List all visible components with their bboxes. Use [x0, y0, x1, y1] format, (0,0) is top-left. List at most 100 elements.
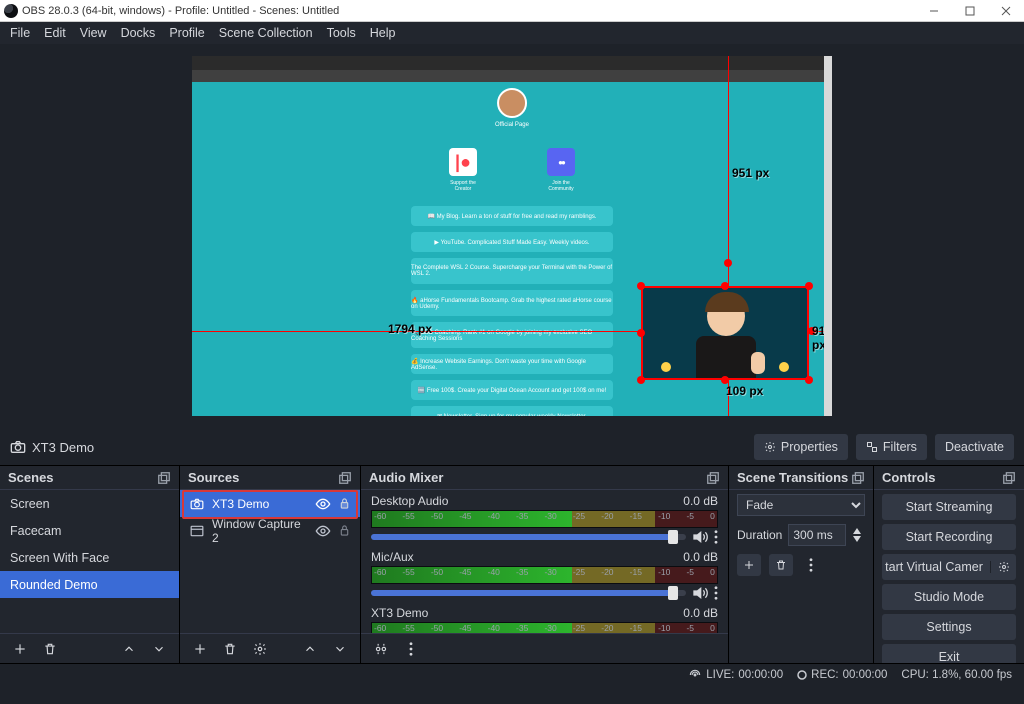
start-streaming-button[interactable]: Start Streaming — [882, 494, 1016, 520]
broadcast-icon — [688, 669, 702, 681]
scene-item[interactable]: Screen With Face — [0, 544, 179, 571]
webcam-source[interactable] — [641, 286, 809, 380]
menu-bar: File Edit View Docks Profile Scene Colle… — [0, 22, 1024, 44]
popout-icon[interactable] — [851, 471, 865, 485]
live-time: 00:00:00 — [738, 669, 783, 681]
mixer-db-label: 0.0 dB — [683, 494, 718, 508]
mixer-channel-name: Desktop Audio — [371, 494, 448, 508]
filters-icon — [866, 441, 878, 453]
mixer-title: Audio Mixer — [369, 470, 443, 485]
title-bar: OBS 28.0.3 (64-bit, windows) - Profile: … — [0, 0, 1024, 22]
maximize-button[interactable] — [952, 0, 988, 22]
exit-button[interactable]: Exit — [882, 644, 1016, 663]
mixer-db-label: 0.0 dB — [683, 606, 718, 620]
source-item-window-capture[interactable]: Window Capture 2 — [180, 517, 360, 544]
menu-tools[interactable]: Tools — [327, 26, 356, 40]
mixer-db-label: 0.0 dB — [683, 550, 718, 564]
menu-profile[interactable]: Profile — [169, 26, 204, 40]
channel-menu-button[interactable] — [714, 586, 718, 600]
menu-docks[interactable]: Docks — [121, 26, 156, 40]
minimize-button[interactable] — [916, 0, 952, 22]
scene-item[interactable]: Screen — [0, 490, 179, 517]
scenes-panel: Scenes ScreenFacecamScreen With FaceRoun… — [0, 466, 180, 663]
preview-area[interactable]: Official Page |● Support theCreator Join… — [0, 44, 1024, 429]
selected-source-label: XT3 Demo — [32, 440, 94, 455]
source-up-button[interactable] — [300, 639, 320, 659]
gear-icon — [764, 441, 776, 453]
spin-down-icon[interactable] — [852, 535, 862, 543]
mixer-menu-button[interactable] — [401, 639, 421, 659]
remove-source-button[interactable] — [220, 639, 240, 659]
virtual-camera-button[interactable]: tart Virtual Camer — [882, 560, 986, 574]
dim-width-label: 1794 px — [388, 322, 432, 336]
start-recording-button[interactable]: Start Recording — [882, 524, 1016, 550]
menu-view[interactable]: View — [80, 26, 107, 40]
rec-time: 00:00:00 — [843, 669, 888, 681]
camera-icon — [190, 498, 204, 510]
filters-button[interactable]: Filters — [856, 434, 927, 460]
scene-item[interactable]: Rounded Demo — [0, 571, 179, 598]
preview-canvas[interactable]: Official Page |● Support theCreator Join… — [192, 56, 832, 416]
menu-edit[interactable]: Edit — [44, 26, 66, 40]
rec-label: REC: — [811, 669, 838, 681]
remove-scene-button[interactable] — [40, 639, 60, 659]
transition-select[interactable]: Fade — [737, 494, 865, 516]
volume-slider[interactable] — [371, 534, 686, 540]
studio-mode-button[interactable]: Studio Mode — [882, 584, 1016, 610]
spin-up-icon[interactable] — [852, 527, 862, 535]
obs-logo-icon — [4, 4, 18, 18]
popout-icon[interactable] — [1002, 471, 1016, 485]
properties-button[interactable]: Properties — [754, 434, 848, 460]
source-properties-button[interactable] — [250, 639, 270, 659]
status-bar: LIVE: 00:00:00 REC: 00:00:00 CPU: 1.8%, … — [0, 663, 1024, 685]
cam-width-label: 109 px — [726, 384, 763, 398]
mixer-channel-name: Mic/Aux — [371, 550, 414, 564]
scene-item[interactable]: Facecam — [0, 517, 179, 544]
add-transition-button[interactable] — [737, 554, 761, 576]
camera-icon — [10, 440, 26, 454]
sources-panel: Sources XT3 Demo Window Capture 2 — [180, 466, 361, 663]
mixer-channel-name: XT3 Demo — [371, 606, 428, 620]
add-scene-button[interactable] — [10, 639, 30, 659]
transition-menu-button[interactable] — [801, 555, 821, 575]
remove-transition-button[interactable] — [769, 554, 793, 576]
duration-label: Duration — [737, 528, 782, 542]
lock-icon[interactable] — [339, 524, 350, 537]
channel-menu-button[interactable] — [714, 530, 718, 544]
popout-icon[interactable] — [157, 471, 171, 485]
settings-button[interactable]: Settings — [882, 614, 1016, 640]
sources-title: Sources — [188, 470, 239, 485]
window-icon — [190, 525, 204, 537]
speaker-icon[interactable] — [692, 530, 708, 544]
record-icon — [797, 670, 807, 680]
discord-icon — [547, 148, 575, 176]
live-label: LIVE: — [706, 669, 734, 681]
duration-input[interactable] — [788, 524, 846, 546]
scene-down-button[interactable] — [149, 639, 169, 659]
popout-icon[interactable] — [706, 471, 720, 485]
window-title: OBS 28.0.3 (64-bit, windows) - Profile: … — [22, 5, 339, 17]
mixer-settings-button[interactable] — [371, 639, 391, 659]
avatar-icon — [497, 88, 527, 118]
speaker-icon[interactable] — [692, 586, 708, 600]
docks: Scenes ScreenFacecamScreen With FaceRoun… — [0, 465, 1024, 663]
menu-file[interactable]: File — [10, 26, 30, 40]
visibility-toggle[interactable] — [315, 525, 331, 537]
add-source-button[interactable] — [190, 639, 210, 659]
controls-panel: Controls Start Streaming Start Recording… — [874, 466, 1024, 663]
visibility-toggle[interactable] — [315, 498, 331, 510]
deactivate-button[interactable]: Deactivate — [935, 434, 1014, 460]
source-down-button[interactable] — [330, 639, 350, 659]
source-toolbar: XT3 Demo Properties Filters Deactivate — [0, 429, 1024, 465]
transitions-title: Scene Transitions — [737, 470, 848, 485]
lock-icon[interactable] — [339, 497, 350, 510]
close-button[interactable] — [988, 0, 1024, 22]
virtual-camera-settings-button[interactable] — [990, 561, 1016, 573]
scenes-title: Scenes — [8, 470, 54, 485]
scene-up-button[interactable] — [119, 639, 139, 659]
source-item-xt3[interactable]: XT3 Demo — [180, 490, 360, 517]
menu-help[interactable]: Help — [370, 26, 396, 40]
menu-scene-collection[interactable]: Scene Collection — [219, 26, 313, 40]
popout-icon[interactable] — [338, 471, 352, 485]
volume-slider[interactable] — [371, 590, 686, 596]
